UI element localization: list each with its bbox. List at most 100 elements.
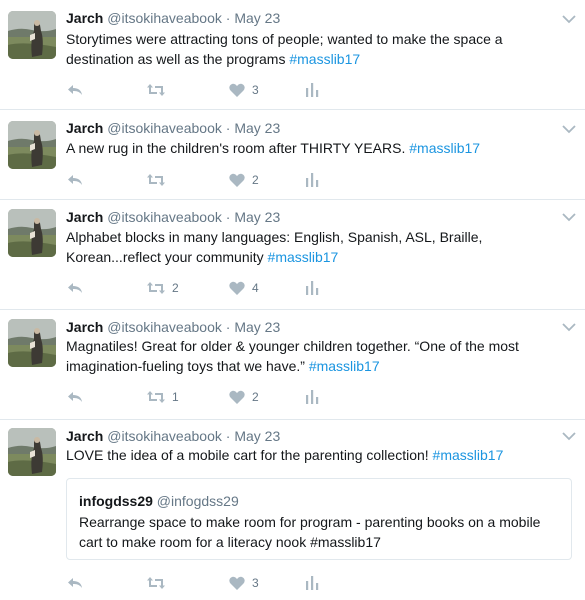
author-name[interactable]: Jarch xyxy=(66,10,103,26)
retweet-button[interactable]: 1 xyxy=(146,388,179,406)
analytics-icon xyxy=(303,388,321,406)
retweet-icon xyxy=(146,279,166,297)
quoted-tweet[interactable]: infogdss29 @infogdss29 Rearrange space t… xyxy=(66,478,572,560)
avatar[interactable] xyxy=(8,428,56,476)
quoted-text: Rearrange space to make room for program… xyxy=(79,514,541,550)
reply-icon xyxy=(66,279,84,297)
retweet-icon xyxy=(146,388,166,406)
tweet-text: Alphabet blocks in many languages: Engli… xyxy=(66,228,566,267)
analytics-icon xyxy=(303,81,321,99)
like-button[interactable]: 4 xyxy=(228,279,259,297)
reply-button[interactable] xyxy=(66,279,84,297)
tweet-date[interactable]: May 23 xyxy=(234,319,280,335)
tweet-date[interactable]: May 23 xyxy=(234,10,280,26)
analytics-button[interactable] xyxy=(303,574,321,592)
author-handle[interactable]: @itsokihaveabook xyxy=(107,120,222,136)
like-button[interactable]: 2 xyxy=(228,388,259,406)
tweet[interactable]: Jarch @itsokihaveabook · May 23 A new ru… xyxy=(0,110,585,200)
tweet-text: LOVE the idea of a mobile cart for the p… xyxy=(66,446,566,466)
analytics-button[interactable] xyxy=(303,171,321,189)
tweet-body: A new rug in the children's room after T… xyxy=(66,140,406,156)
analytics-icon xyxy=(303,279,321,297)
like-button[interactable]: 2 xyxy=(228,171,259,189)
separator-dot: · xyxy=(225,209,231,225)
tweet[interactable]: Jarch @itsokihaveabook · May 23 Alphabet… xyxy=(0,200,585,310)
avatar[interactable] xyxy=(8,319,56,367)
separator-dot: · xyxy=(225,428,231,444)
analytics-icon xyxy=(303,574,321,592)
quoted-header: infogdss29 @infogdss29 xyxy=(79,492,239,510)
tweet-date[interactable]: May 23 xyxy=(234,428,280,444)
avatar[interactable] xyxy=(8,121,56,169)
heart-icon xyxy=(228,388,246,406)
reply-icon xyxy=(66,574,84,592)
hashtag-link[interactable]: #masslib17 xyxy=(409,140,480,156)
retweet-icon xyxy=(146,574,166,592)
like-button[interactable]: 3 xyxy=(228,81,259,99)
reply-button[interactable] xyxy=(66,388,84,406)
author-name[interactable]: Jarch xyxy=(66,428,103,444)
retweet-icon xyxy=(146,171,166,189)
tweet[interactable]: Jarch @itsokihaveabook · May 23 LOVE the… xyxy=(0,420,585,600)
author-name[interactable]: Jarch xyxy=(66,209,103,225)
separator-dot: · xyxy=(225,319,231,335)
author-handle[interactable]: @itsokihaveabook xyxy=(107,428,222,444)
retweet-button[interactable] xyxy=(146,574,172,592)
retweet-button[interactable] xyxy=(146,81,172,99)
tweet-text: Magnatiles! Great for older & younger ch… xyxy=(66,337,566,376)
reply-button[interactable] xyxy=(66,81,84,99)
tweet[interactable]: Jarch @itsokihaveabook · May 23 Storytim… xyxy=(0,0,585,110)
reply-button[interactable] xyxy=(66,171,84,189)
like-count: 3 xyxy=(252,83,259,97)
heart-icon xyxy=(228,279,246,297)
hashtag-link[interactable]: #masslib17 xyxy=(268,249,339,265)
tweet-body: LOVE the idea of a mobile cart for the p… xyxy=(66,447,429,463)
retweet-button[interactable]: 2 xyxy=(146,279,179,297)
author-handle[interactable]: @itsokihaveabook xyxy=(107,319,222,335)
hashtag-link[interactable]: #masslib17 xyxy=(433,447,504,463)
retweet-count: 2 xyxy=(172,281,179,295)
analytics-button[interactable] xyxy=(303,81,321,99)
retweet-icon xyxy=(146,81,166,99)
chevron-down-icon[interactable] xyxy=(561,320,577,332)
hashtag-link[interactable]: #masslib17 xyxy=(309,358,380,374)
author-handle[interactable]: @itsokihaveabook xyxy=(107,10,222,26)
retweet-button[interactable] xyxy=(146,171,172,189)
reply-button[interactable] xyxy=(66,574,84,592)
tweet-date[interactable]: May 23 xyxy=(234,120,280,136)
quoted-author-handle[interactable]: @infogdss29 xyxy=(157,493,239,509)
tweet[interactable]: Jarch @itsokihaveabook · May 23 Magnatil… xyxy=(0,310,585,420)
heart-icon xyxy=(228,574,246,592)
chevron-down-icon[interactable] xyxy=(561,429,577,441)
chevron-down-icon[interactable] xyxy=(561,210,577,222)
author-name[interactable]: Jarch xyxy=(66,120,103,136)
analytics-button[interactable] xyxy=(303,279,321,297)
like-count: 2 xyxy=(252,390,259,404)
chevron-down-icon[interactable] xyxy=(561,122,577,134)
chevron-down-icon[interactable] xyxy=(561,12,577,24)
reply-icon xyxy=(66,171,84,189)
tweet-header: Jarch @itsokihaveabook · May 23 xyxy=(66,318,280,336)
like-button[interactable]: 3 xyxy=(228,574,259,592)
like-count: 2 xyxy=(252,173,259,187)
reply-icon xyxy=(66,388,84,406)
author-name[interactable]: Jarch xyxy=(66,319,103,335)
tweet-header: Jarch @itsokihaveabook · May 23 xyxy=(66,9,280,27)
separator-dot: · xyxy=(225,10,231,26)
retweet-count: 1 xyxy=(172,390,179,404)
separator-dot: · xyxy=(225,120,231,136)
avatar[interactable] xyxy=(8,209,56,257)
tweet-header: Jarch @itsokihaveabook · May 23 xyxy=(66,427,280,445)
heart-icon xyxy=(228,81,246,99)
like-count: 3 xyxy=(252,576,259,590)
analytics-button[interactable] xyxy=(303,388,321,406)
avatar[interactable] xyxy=(8,11,56,59)
author-handle[interactable]: @itsokihaveabook xyxy=(107,209,222,225)
quoted-author-name[interactable]: infogdss29 xyxy=(79,493,153,509)
tweet-date[interactable]: May 23 xyxy=(234,209,280,225)
analytics-icon xyxy=(303,171,321,189)
reply-icon xyxy=(66,81,84,99)
tweet-header: Jarch @itsokihaveabook · May 23 xyxy=(66,208,280,226)
tweet-text: A new rug in the children's room after T… xyxy=(66,139,566,159)
hashtag-link[interactable]: #masslib17 xyxy=(289,51,360,67)
